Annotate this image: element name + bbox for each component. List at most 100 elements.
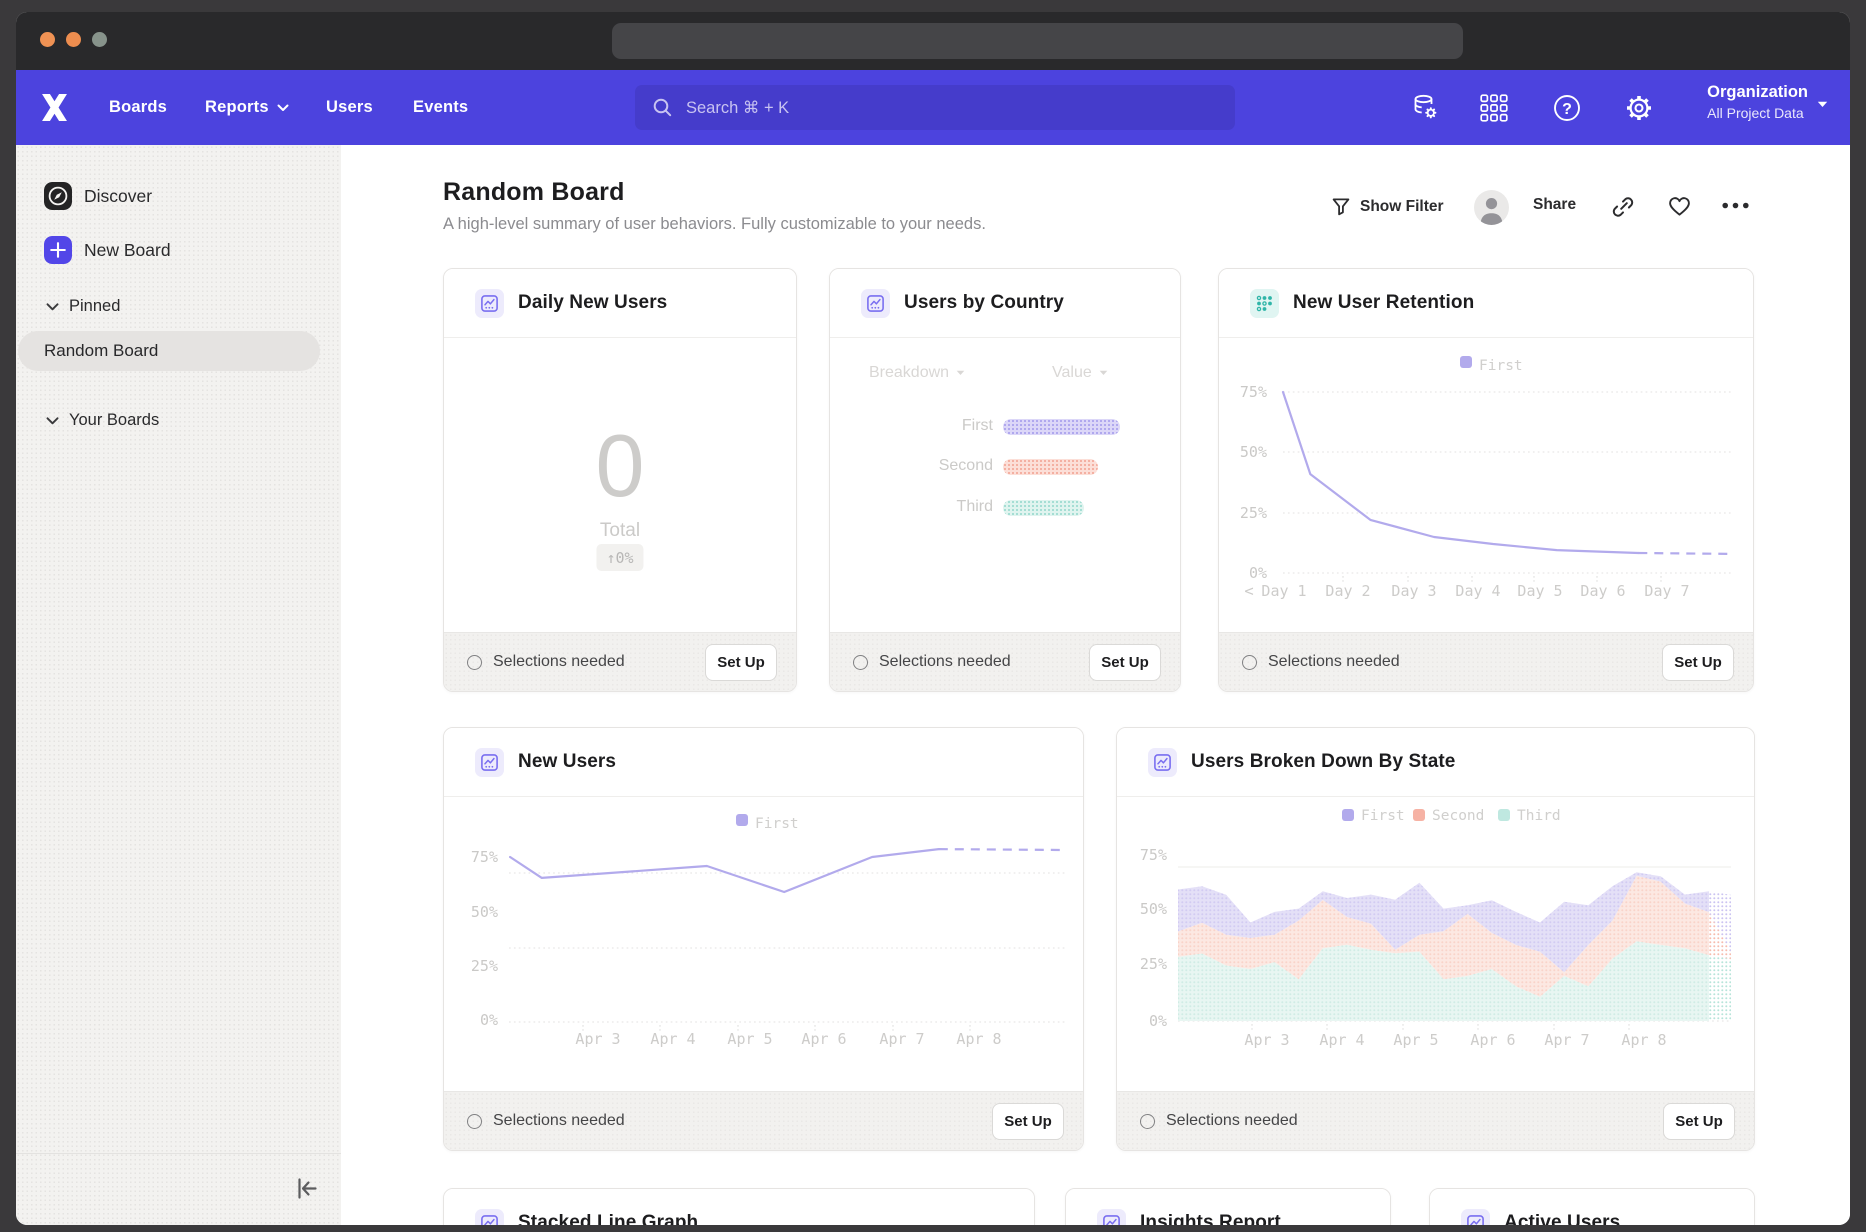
svg-text:First: First xyxy=(1479,358,1523,374)
metric-value: 0 xyxy=(444,415,796,517)
card-header: Daily New Users xyxy=(444,269,796,338)
sidebar-item-label: Discover xyxy=(84,186,152,207)
value-column-header: Value xyxy=(1052,364,1108,382)
status-circle-icon xyxy=(853,655,868,670)
filter-funnel-icon xyxy=(1331,196,1351,217)
svg-text:?: ? xyxy=(1562,101,1572,118)
nav-item-users[interactable]: Users xyxy=(326,70,373,145)
collapse-sidebar-icon[interactable] xyxy=(295,1177,318,1200)
search-icon xyxy=(652,97,673,118)
card-body: FirstSecondThird75%50%25%0%Apr 3Apr 4Apr… xyxy=(1117,797,1754,1093)
caret-down-icon xyxy=(1099,370,1108,376)
sidebar-item-discover[interactable]: Discover xyxy=(44,182,152,210)
svg-text:25%: 25% xyxy=(1240,504,1267,522)
svg-text:Apr 8: Apr 8 xyxy=(956,1030,1001,1048)
bar-label: Third xyxy=(913,498,993,516)
card-title: New User Retention xyxy=(1293,292,1474,314)
card-footer: Selections needed Set Up xyxy=(1117,1091,1754,1150)
set-up-button[interactable]: Set Up xyxy=(992,1103,1064,1140)
status-text: Selections needed xyxy=(493,653,625,671)
search-input[interactable]: Search ⌘ + K xyxy=(635,85,1235,130)
svg-text:25%: 25% xyxy=(1140,955,1167,973)
ghost-bar-second xyxy=(1003,459,1098,475)
retention-grid-icon xyxy=(1250,289,1279,318)
card-title: Active Users xyxy=(1504,1212,1620,1225)
traffic-light-minimize[interactable] xyxy=(66,32,81,47)
sidebar-section-pinned[interactable]: Pinned xyxy=(46,297,120,316)
card-body: 0Total↑0% xyxy=(444,338,796,634)
set-up-button[interactable]: Set Up xyxy=(1663,1103,1735,1140)
card-new-users: New UsersFirst75%50%25%0%Apr 3Apr 4Apr 5… xyxy=(443,727,1084,1151)
avatar[interactable] xyxy=(1474,190,1509,225)
metric-delta-badge: ↑0% xyxy=(596,544,643,571)
status-text: Selections needed xyxy=(493,1112,625,1130)
sidebar: Discover New Board Pinned Random Board Y… xyxy=(16,145,341,1225)
svg-text:50%: 50% xyxy=(1140,900,1167,918)
card-users-by-state: Users Broken Down By StateFirstSecondThi… xyxy=(1116,727,1755,1151)
status-circle-icon xyxy=(467,655,482,670)
address-bar[interactable] xyxy=(612,23,1463,59)
set-up-button[interactable]: Set Up xyxy=(1089,644,1161,681)
caret-down-icon xyxy=(956,370,965,376)
ghost-line-chart: First75%50%25%0%Apr 3Apr 4Apr 5Apr 6Apr … xyxy=(444,797,1084,1093)
window-titlebar xyxy=(16,12,1850,70)
card-header: New Users xyxy=(444,728,1083,797)
set-up-button[interactable]: Set Up xyxy=(1662,644,1734,681)
nav-item-boards[interactable]: Boards xyxy=(109,70,167,145)
ghost-bar-first xyxy=(1003,419,1120,435)
nav-item-reports[interactable]: Reports xyxy=(205,70,289,145)
plus-icon xyxy=(44,236,72,264)
copy-link-icon[interactable] xyxy=(1612,196,1634,218)
nav-item-events[interactable]: Events xyxy=(413,70,468,145)
share-button[interactable]: Share xyxy=(1533,196,1576,214)
card-header: Users Broken Down By State xyxy=(1117,728,1754,797)
card-new-user-retention: New User RetentionFirst75%50%25%0%Day 1D… xyxy=(1218,268,1754,692)
show-filter-button[interactable]: Show Filter xyxy=(1331,196,1444,217)
sidebar-item-random-board[interactable]: Random Board xyxy=(18,331,320,371)
card-header: New User Retention xyxy=(1219,269,1753,338)
line-chart-icon xyxy=(861,289,890,318)
favorite-heart-icon[interactable] xyxy=(1668,196,1691,217)
svg-text:Day 2: Day 2 xyxy=(1325,582,1370,600)
traffic-light-close[interactable] xyxy=(40,32,55,47)
svg-text:First: First xyxy=(1361,808,1405,824)
svg-text:25%: 25% xyxy=(471,957,498,975)
sidebar-item-new-board[interactable]: New Board xyxy=(44,236,171,264)
svg-text:Apr 7: Apr 7 xyxy=(1544,1031,1589,1049)
top-navbar: Boards Reports Users Events Search ⌘ + K xyxy=(16,70,1850,145)
search-placeholder: Search ⌘ + K xyxy=(686,98,789,118)
card-active-users: Active Users xyxy=(1429,1188,1755,1225)
svg-text:Apr 5: Apr 5 xyxy=(727,1030,772,1048)
ghost-bar-third xyxy=(1003,500,1084,516)
data-management-icon[interactable] xyxy=(1411,93,1441,123)
svg-text:Day 7: Day 7 xyxy=(1644,582,1689,600)
svg-text:Day 1: Day 1 xyxy=(1261,582,1306,600)
discover-compass-icon xyxy=(44,182,72,210)
browser-window: Boards Reports Users Events Search ⌘ + K xyxy=(16,12,1850,1225)
sidebar-section-label: Pinned xyxy=(69,297,120,316)
status-circle-icon xyxy=(467,1114,482,1129)
svg-text:Apr 3: Apr 3 xyxy=(575,1030,620,1048)
card-stacked-line-graph: Stacked Line Graph xyxy=(443,1188,1035,1225)
svg-text:Apr 4: Apr 4 xyxy=(1319,1031,1364,1049)
mixpanel-logo[interactable] xyxy=(41,94,68,121)
ghost-stacked-area-chart: FirstSecondThird75%50%25%0%Apr 3Apr 4Apr… xyxy=(1117,797,1755,1093)
chevron-down-icon xyxy=(277,104,289,112)
org-switcher[interactable]: Organization All Project Data xyxy=(1707,83,1808,121)
status-text: Selections needed xyxy=(1166,1112,1298,1130)
sidebar-item-label: New Board xyxy=(84,240,171,261)
traffic-light-zoom[interactable] xyxy=(92,32,107,47)
card-header: Insights Report xyxy=(1066,1189,1390,1225)
more-options-icon[interactable] xyxy=(1722,202,1749,209)
sidebar-section-your-boards[interactable]: Your Boards xyxy=(46,411,159,430)
card-users-by-country: Users by CountryBreakdown Value FirstSec… xyxy=(829,268,1181,692)
line-chart-icon xyxy=(475,748,504,777)
card-title: Stacked Line Graph xyxy=(518,1212,698,1225)
svg-text:Apr 7: Apr 7 xyxy=(879,1030,924,1048)
svg-text:<: < xyxy=(1244,582,1253,600)
settings-gear-icon[interactable] xyxy=(1624,93,1654,123)
apps-grid-icon[interactable] xyxy=(1479,93,1509,123)
help-icon[interactable]: ? xyxy=(1552,93,1582,123)
set-up-button[interactable]: Set Up xyxy=(705,644,777,681)
svg-text:75%: 75% xyxy=(1240,383,1267,401)
